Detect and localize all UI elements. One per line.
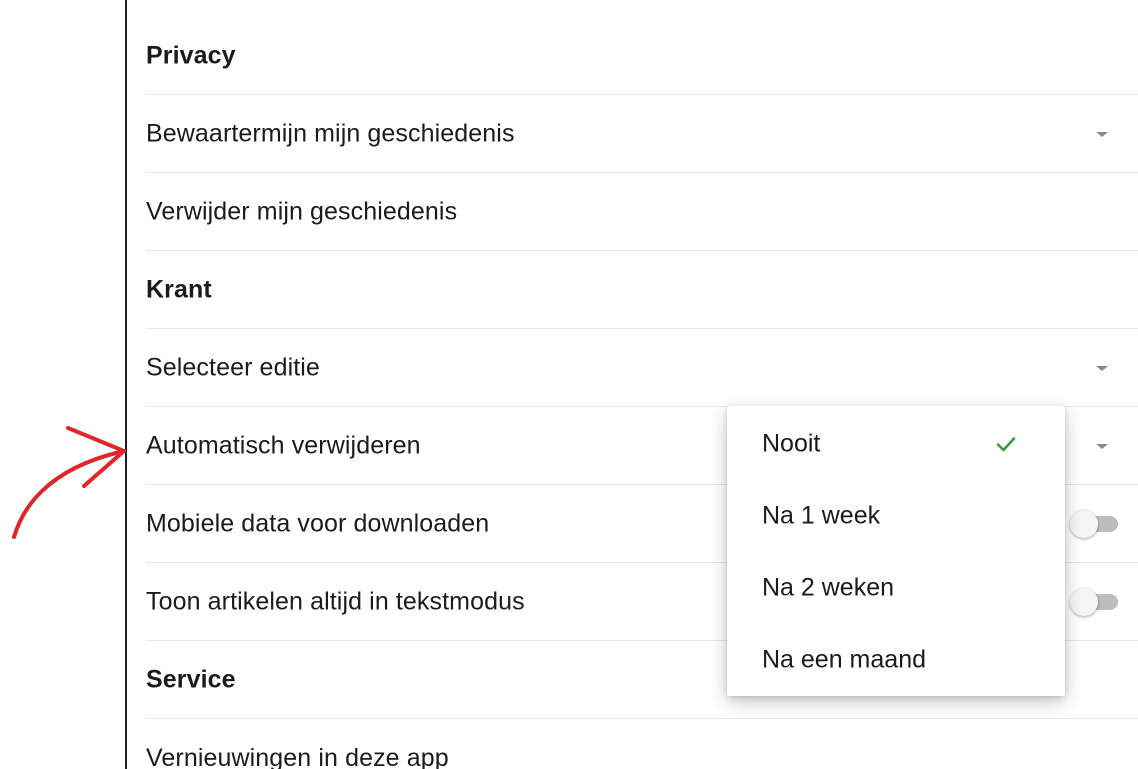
setting-text-mode-label: Toon artikelen altijd in tekstmodus [146,587,525,615]
toggle-knob [1070,509,1098,538]
setting-delete-history[interactable]: Verwijder mijn geschiedenis [146,173,1138,251]
section-title-privacy: Privacy [146,41,236,69]
section-header-privacy: Privacy [146,17,1138,95]
setting-select-edition[interactable]: Selecteer editie [146,329,1138,407]
setting-app-updates[interactable]: Vernieuwingen in deze app [146,719,1138,769]
caret-down-icon[interactable] [1096,131,1108,137]
section-header-krant: Krant [146,251,1138,329]
check-icon [996,437,1016,452]
caret-down-icon[interactable] [1096,365,1108,371]
dropdown-option-one-month[interactable]: Na een maand [727,624,1065,696]
dropdown-option-one-week[interactable]: Na 1 week [727,480,1065,552]
setting-auto-delete-label: Automatisch verwijderen [146,431,421,459]
left-divider-line [125,0,127,769]
setting-mobile-data-label: Mobiele data voor downloaden [146,509,490,537]
auto-delete-dropdown-menu: Nooit Na 1 week Na 2 weken Na een maand [727,406,1065,696]
text-mode-toggle[interactable] [1070,587,1118,616]
section-title-krant: Krant [146,275,212,303]
dropdown-option-label: Na een maand [762,645,927,674]
annotation-arrow-icon [12,426,126,539]
dropdown-option-never[interactable]: Nooit [727,408,1065,480]
setting-retention-label: Bewaartermijn mijn geschiedenis [146,119,515,147]
dropdown-option-label: Nooit [762,429,821,458]
toggle-knob [1070,587,1098,616]
setting-delete-history-label: Verwijder mijn geschiedenis [146,197,458,225]
setting-retention-period[interactable]: Bewaartermijn mijn geschiedenis [146,95,1138,173]
mobile-data-toggle[interactable] [1070,509,1118,538]
section-title-service: Service [146,665,236,693]
dropdown-option-two-weeks[interactable]: Na 2 weken [727,552,1065,624]
dropdown-option-label: Na 1 week [762,501,881,530]
dropdown-option-label: Na 2 weken [762,573,895,602]
setting-app-updates-label: Vernieuwingen in deze app [146,744,449,769]
caret-down-icon[interactable] [1096,443,1108,449]
setting-select-edition-label: Selecteer editie [146,353,320,381]
